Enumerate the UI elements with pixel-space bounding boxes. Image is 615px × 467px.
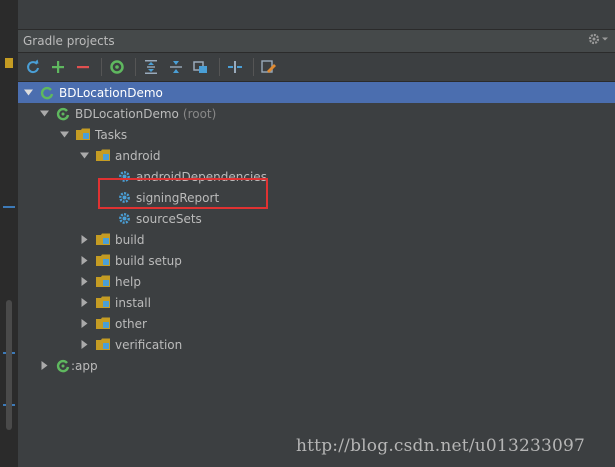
toolbar-separator	[253, 58, 254, 76]
expand-arrow-icon[interactable]	[58, 129, 70, 141]
folder-icon	[95, 274, 111, 290]
editor-scrollbar[interactable]	[6, 300, 12, 430]
chevron-down-icon[interactable]	[602, 36, 608, 42]
gradle-projects-tree: BDLocationDemo BDLocationDemo (root) Tas…	[18, 82, 615, 467]
tree-item-label: android	[115, 148, 161, 163]
collapsed-arrow-icon[interactable]	[78, 234, 90, 246]
expand-all-button[interactable]	[140, 56, 162, 78]
tree-item-install[interactable]: install	[18, 292, 615, 313]
tree-item-label: build	[115, 232, 145, 247]
toolbar-separator	[219, 58, 220, 76]
gradle-module-icon	[55, 358, 71, 374]
tree-item-app[interactable]: :app	[18, 355, 615, 376]
tree-item-build[interactable]: build	[18, 229, 615, 250]
tree-item-label: :app	[71, 358, 98, 373]
tasks-folder-icon	[75, 127, 91, 143]
gradle-toolbar	[18, 53, 615, 82]
folder-icon	[95, 316, 111, 332]
refresh-icon[interactable]	[25, 59, 41, 75]
collapsed-arrow-icon[interactable]	[78, 297, 90, 309]
panel-title: Gradle projects	[23, 34, 115, 48]
refresh-button[interactable]	[22, 56, 44, 78]
tree-item-label: help	[115, 274, 141, 289]
tree-item-label: sourceSets	[136, 211, 202, 226]
watermark-text: http://blog.csdn.net/u013233097	[296, 436, 586, 456]
tree-item-android[interactable]: android	[18, 145, 615, 166]
tree-item-build-setup[interactable]: build setup	[18, 250, 615, 271]
gear-icon[interactable]	[588, 33, 600, 45]
collapsed-arrow-icon[interactable]	[78, 339, 90, 351]
remove-icon[interactable]	[76, 60, 90, 74]
collapsed-arrow-icon[interactable]	[78, 276, 90, 288]
tree-item-bdlocationdemo-root[interactable]: BDLocationDemo (root)	[18, 103, 615, 124]
bookmark-marker	[5, 58, 13, 68]
gradle-module-icon	[55, 106, 71, 122]
window-top-strip	[18, 0, 615, 30]
folder-icon	[95, 253, 111, 269]
toolbar-separator	[135, 58, 136, 76]
offline-mode-button[interactable]	[224, 56, 246, 78]
link-button[interactable]	[190, 56, 212, 78]
panel-options-button[interactable]	[588, 33, 608, 45]
annotation-highlight-box	[98, 178, 268, 209]
folder-icon	[95, 232, 111, 248]
panel-header: Gradle projects	[18, 30, 615, 53]
tree-item-label: other	[115, 316, 147, 331]
add-project-button[interactable]	[47, 56, 69, 78]
expand-arrow-icon[interactable]	[78, 150, 90, 162]
expand-arrow-icon[interactable]	[38, 108, 50, 120]
gradle-project-icon	[39, 85, 55, 101]
execute-task-button[interactable]	[106, 56, 128, 78]
toolbar-separator	[101, 58, 102, 76]
add-icon[interactable]	[51, 60, 65, 74]
tree-item-label: BDLocationDemo	[75, 106, 179, 121]
expand-all-icon[interactable]	[143, 59, 159, 75]
execute-task-icon[interactable]	[109, 59, 125, 75]
tree-item-verification[interactable]: verification	[18, 334, 615, 355]
link-icon[interactable]	[193, 59, 209, 75]
gear-task-icon	[116, 211, 132, 227]
tree-item-other[interactable]: other	[18, 313, 615, 334]
tree-item-label: verification	[115, 337, 183, 352]
expand-arrow-icon[interactable]	[22, 87, 34, 99]
tree-item-label: Tasks	[95, 127, 128, 142]
tree-item-label: BDLocationDemo	[59, 85, 163, 100]
collapsed-arrow-icon[interactable]	[78, 318, 90, 330]
gradle-settings-icon[interactable]	[261, 59, 277, 75]
offline-icon[interactable]	[227, 59, 243, 75]
gradle-settings-button[interactable]	[258, 56, 280, 78]
root-suffix: (root)	[182, 106, 217, 121]
tree-item-bdlocationdemo[interactable]: BDLocationDemo	[18, 82, 615, 103]
collapse-all-button[interactable]	[165, 56, 187, 78]
change-marker	[3, 206, 15, 208]
tree-item-label: install	[115, 295, 151, 310]
remove-project-button[interactable]	[72, 56, 94, 78]
tree-item-tasks[interactable]: Tasks	[18, 124, 615, 145]
folder-icon	[95, 295, 111, 311]
folder-icon	[95, 337, 111, 353]
left-editor-gutter	[0, 0, 19, 467]
tree-item-help[interactable]: help	[18, 271, 615, 292]
collapse-all-icon[interactable]	[168, 59, 184, 75]
tree-item-source-sets[interactable]: sourceSets	[18, 208, 615, 229]
collapsed-arrow-icon[interactable]	[78, 255, 90, 267]
tree-item-label: build setup	[115, 253, 182, 268]
folder-icon	[95, 148, 111, 164]
collapsed-arrow-icon[interactable]	[38, 360, 50, 372]
